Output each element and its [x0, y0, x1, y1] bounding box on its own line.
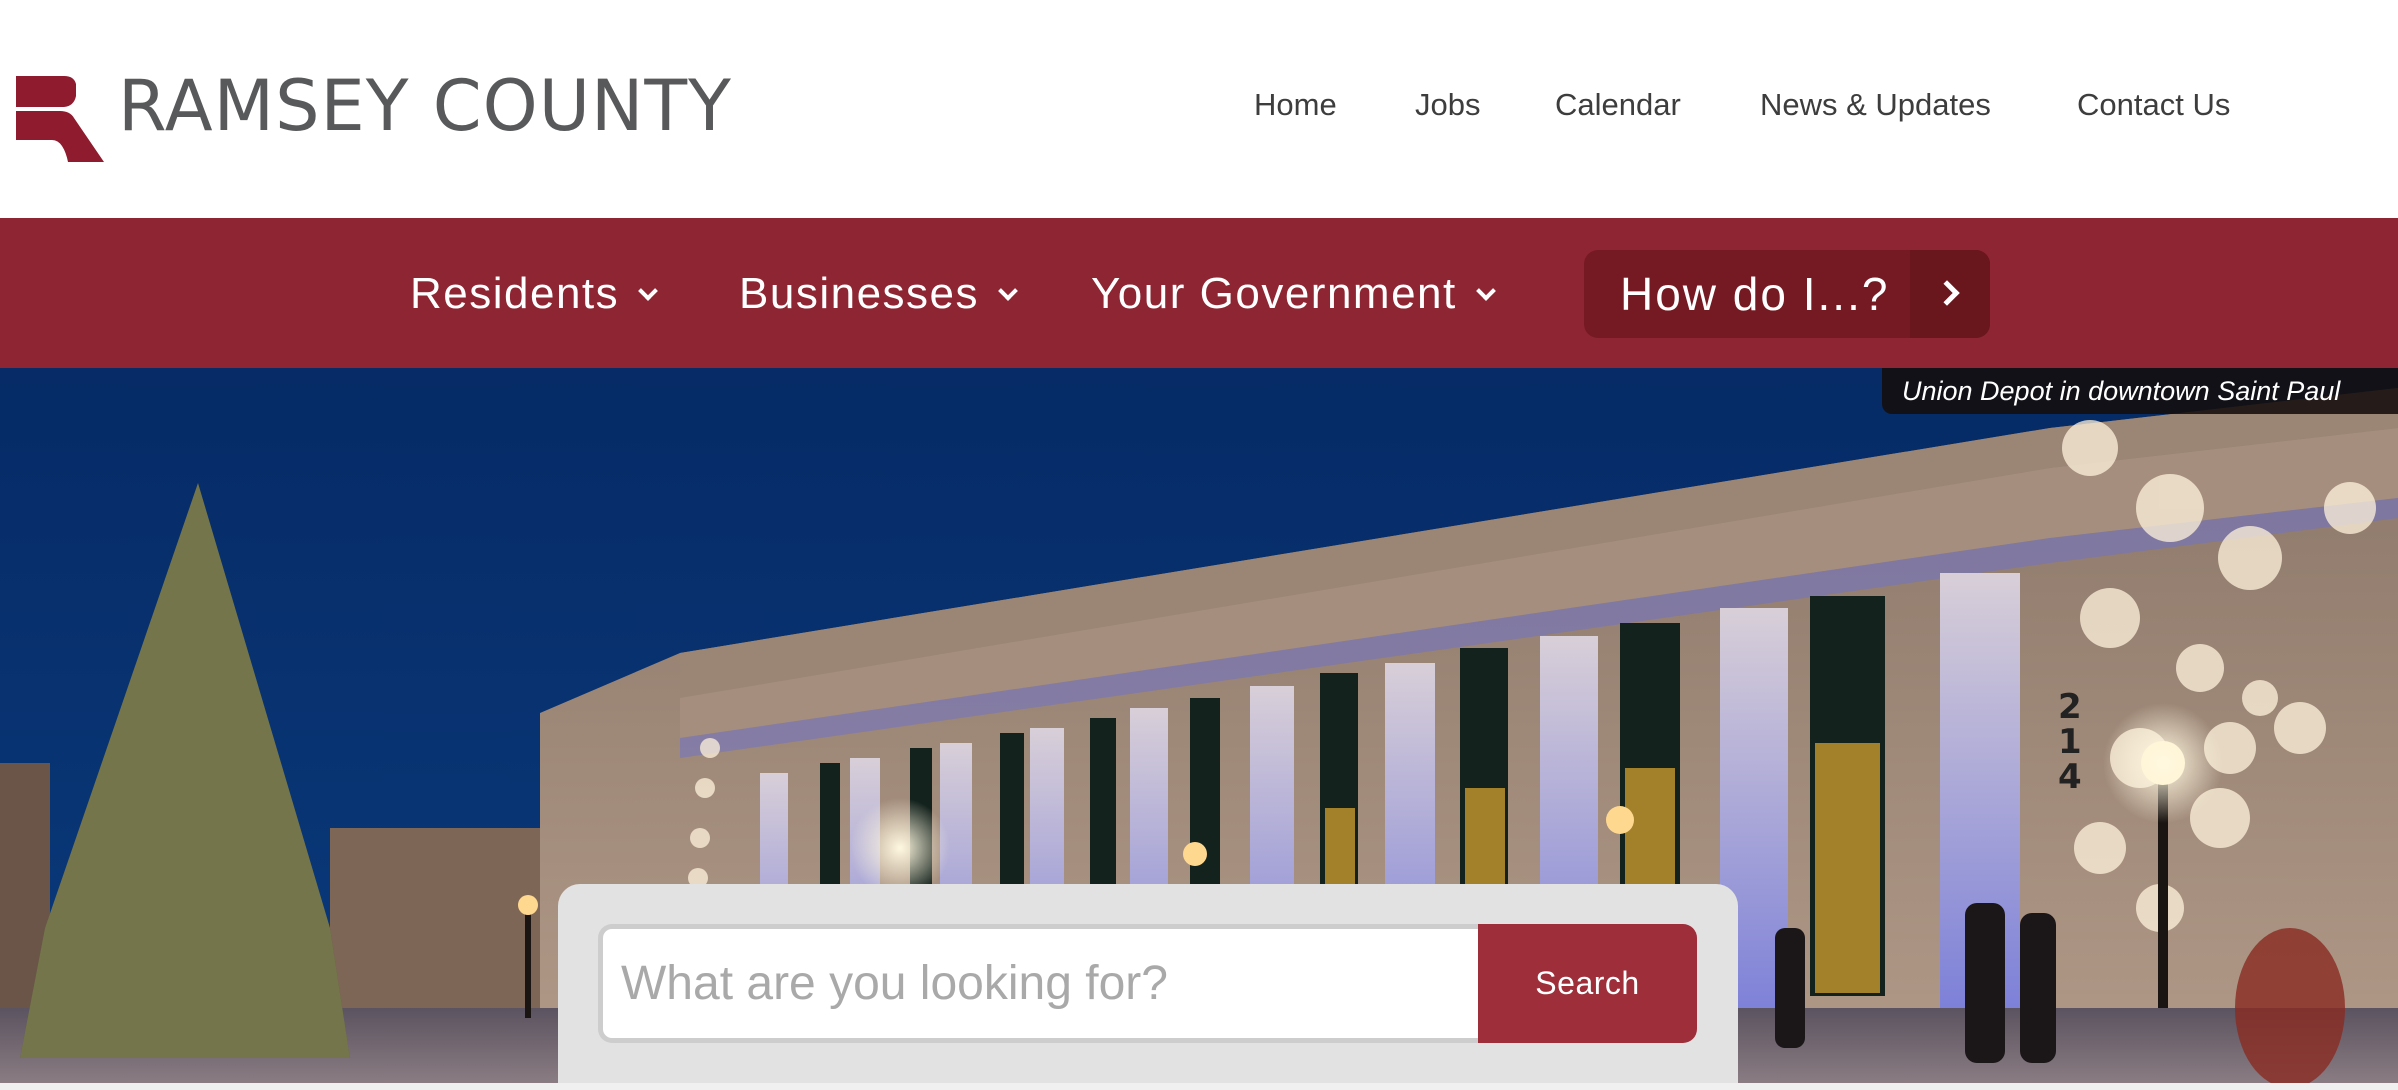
nav-link-news-updates[interactable]: News & Updates — [1760, 82, 1991, 128]
nav-link-jobs[interactable]: Jobs — [1415, 82, 1480, 128]
hero-caption: Union Depot in downtown Saint Paul — [1882, 368, 2398, 414]
main-nav-label: Businesses — [739, 269, 980, 318]
how-do-i-label: How do I...? — [1620, 268, 1890, 320]
main-nav-businesses[interactable]: Businesses — [739, 262, 1018, 326]
search-button[interactable]: Search — [1478, 924, 1697, 1043]
ramsey-county-logo-icon[interactable] — [12, 76, 108, 162]
svg-text:1: 1 — [2058, 722, 2082, 762]
site-title[interactable]: RAMSEY COUNTY — [118, 66, 732, 146]
how-do-i-button[interactable]: How do I...? — [1584, 250, 1990, 338]
page-divider — [0, 1083, 2398, 1090]
main-nav-residents[interactable]: Residents — [410, 262, 659, 326]
nav-link-calendar[interactable]: Calendar — [1555, 82, 1681, 128]
svg-text:4: 4 — [2058, 757, 2082, 797]
site-header: RAMSEY COUNTY Home Jobs Calendar News & … — [0, 0, 2398, 218]
search-panel: Search — [558, 884, 1738, 1090]
search-input[interactable] — [598, 924, 1482, 1043]
chevron-down-icon — [1475, 281, 1496, 301]
how-do-i-arrow[interactable] — [1910, 250, 1990, 338]
chevron-down-icon — [998, 281, 1018, 301]
nav-link-home[interactable]: Home — [1254, 82, 1337, 128]
chevron-right-icon — [1934, 280, 1960, 306]
main-nav-label: Your Government — [1091, 269, 1457, 318]
chevron-down-icon — [638, 281, 659, 301]
nav-link-contact-us[interactable]: Contact Us — [2077, 82, 2230, 128]
main-nav-label: Residents — [410, 269, 620, 318]
main-nav-your-government[interactable]: Your Government — [1091, 262, 1496, 326]
building-number: 2 — [2058, 687, 2082, 727]
